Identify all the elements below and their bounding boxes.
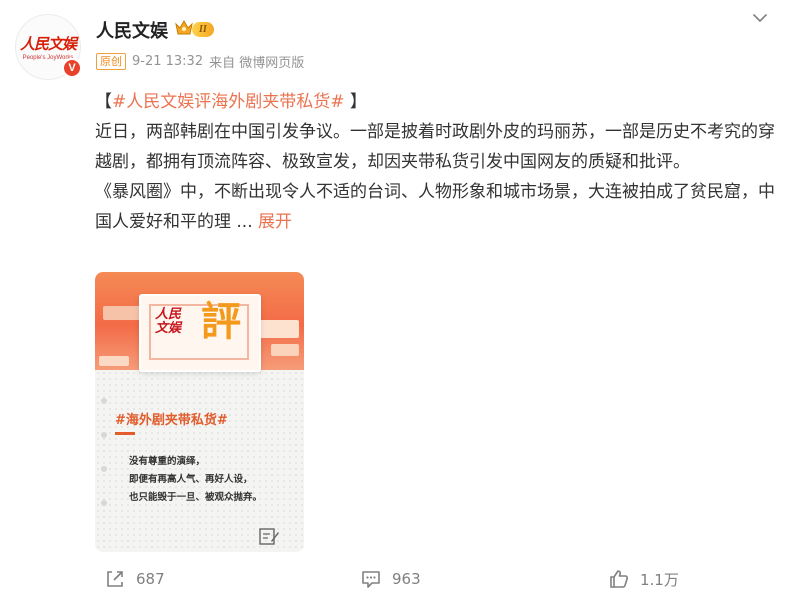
card-decoration <box>103 306 141 320</box>
post-image[interactable]: 人民 文娱 評 #海外剧夹带私货# 没有尊重的演绎， 即便有再高人气、再好人设，… <box>95 272 304 552</box>
card-logo-text: 人民 文娱 <box>155 307 182 336</box>
comment-button[interactable]: 963 <box>360 564 421 594</box>
comment-icon <box>362 571 380 588</box>
repost-count: 687 <box>136 570 165 588</box>
post-meta: 原创 9-21 13:32 来自 微博网页版 <box>96 52 304 71</box>
avatar-logo-text: 人民文娱 <box>19 35 77 53</box>
card-decoration <box>259 320 299 338</box>
crown-icon <box>175 19 193 35</box>
verified-icon: V <box>62 58 82 78</box>
bracket-close: 】 <box>344 92 367 112</box>
pen-icon <box>259 528 279 545</box>
thumbs-up-icon <box>610 570 628 588</box>
card-hashtag: #海外剧夹带私货# <box>115 413 228 428</box>
card-rule <box>115 432 135 435</box>
post-paragraph-2: 《暴风圈》中，不断出现令人不适的台词、人物形象和城市场景，大连被拍成了贫民窟，中… <box>95 177 775 237</box>
post-paragraph-1: 近日，两部韩剧在中国引发争议。一部是披着时政剧外皮的玛丽苏，一部是历史不考究的穿… <box>95 122 775 172</box>
topic-link[interactable]: #人民文娱评海外剧夹带私货# <box>112 92 345 112</box>
original-tag: 原创 <box>96 53 126 70</box>
card-logo-frame: 人民 文娱 評 <box>139 294 261 372</box>
bracket-open: 【 <box>95 92 112 112</box>
ellipsis: ... <box>231 212 259 232</box>
expand-link[interactable]: 展开 <box>258 212 292 232</box>
comment-count: 963 <box>392 570 421 588</box>
like-button[interactable]: 1.1万 <box>608 564 679 594</box>
card-line: 没有尊重的演绎， <box>129 456 206 467</box>
post-headline: 【#人民文娱评海外剧夹带私货# 】 <box>95 87 775 117</box>
level-badge[interactable]: II <box>192 22 214 37</box>
chevron-down-icon[interactable] <box>750 8 770 28</box>
post-source: 来自 微博网页版 <box>209 56 305 71</box>
binder-ring <box>101 466 107 472</box>
card-decoration <box>271 344 299 356</box>
action-bar: 687 963 1.1万 <box>0 564 786 594</box>
card-big-char: 評 <box>201 298 241 345</box>
post-content: 【#人民文娱评海外剧夹带私货# 】 近日，两部韩剧在中国引发争议。一部是披着时政… <box>95 87 775 237</box>
repost-button[interactable]: 687 <box>104 564 165 594</box>
card-line: 即便有再高人气、再好人设， <box>129 474 253 485</box>
binder-ring <box>101 398 107 404</box>
binder-ring <box>101 432 107 438</box>
post-paragraph-2-text: 《暴风圈》中，不断出现令人不适的台词、人物形象和城市场景，大连被拍成了贫民窟，中… <box>95 182 775 232</box>
user-name[interactable]: 人民文娱 <box>96 17 168 43</box>
card-body: 没有尊重的演绎， 即便有再高人气、再好人设， 也只能毁于一旦、被观众抛弃。 <box>129 453 262 507</box>
post-timestamp[interactable]: 9-21 13:32 <box>132 54 203 69</box>
like-count: 1.1万 <box>640 570 679 589</box>
repost-icon <box>107 571 123 587</box>
card-line: 也只能毁于一旦、被观众抛弃。 <box>129 492 263 503</box>
binder-ring <box>101 500 107 506</box>
card-decoration <box>99 356 129 366</box>
